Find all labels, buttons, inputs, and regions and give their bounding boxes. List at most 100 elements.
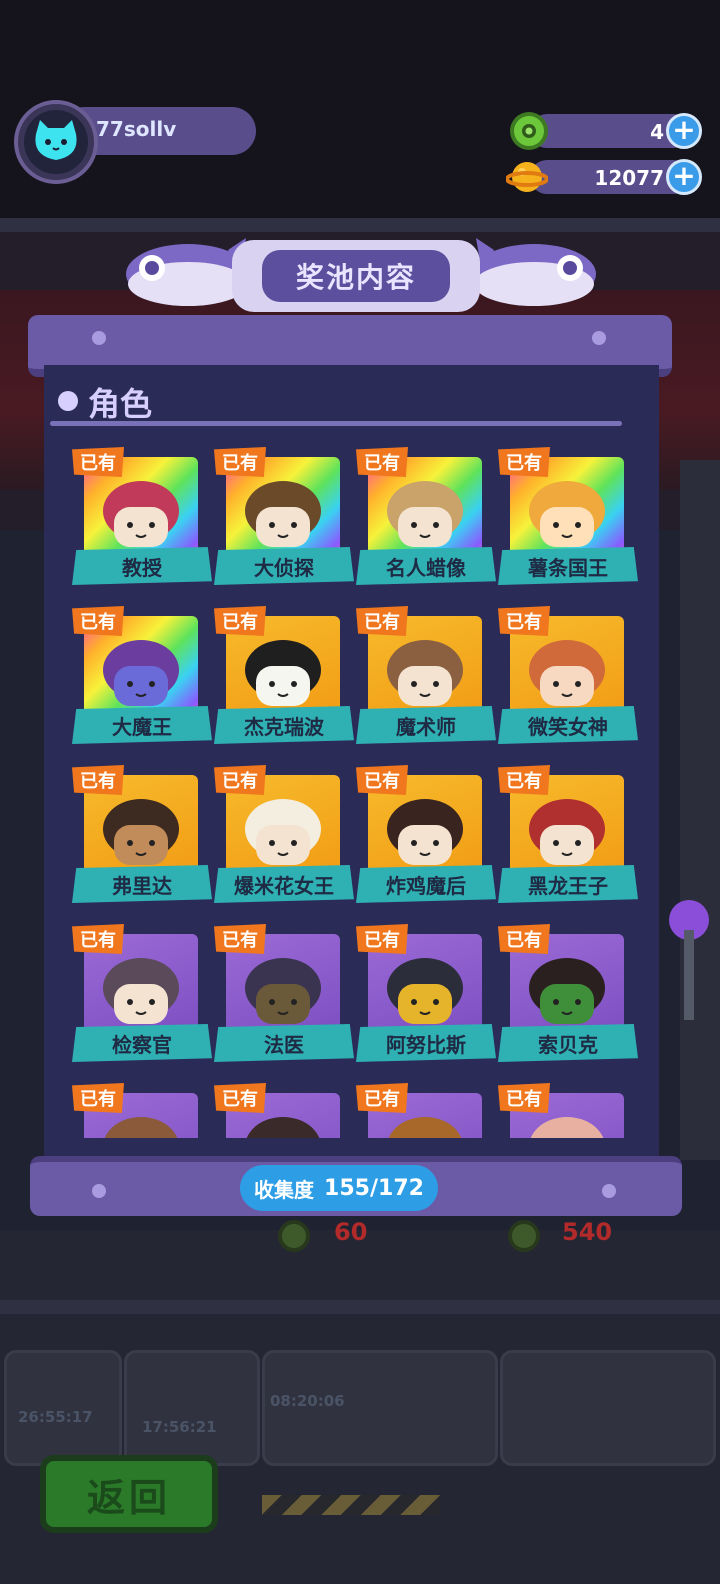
character-card[interactable]: 已有 检察官 — [72, 924, 212, 1074]
dialog-title: 奖池内容 — [262, 250, 450, 302]
character-name: 黑龙王子 — [498, 865, 638, 903]
timer-label: 26:55:17 — [18, 1408, 93, 1426]
character-card[interactable]: 已有 — [498, 1083, 638, 1138]
character-card[interactable]: 已有 弗里达 — [72, 765, 212, 915]
coin-count: 12077 — [594, 166, 664, 190]
character-name: 爆米花女王 — [214, 865, 354, 903]
owned-tag: 已有 — [498, 765, 550, 795]
character-name: 名人蜡像 — [356, 547, 496, 585]
character-name: 阿努比斯 — [356, 1024, 496, 1062]
section-title: 角色 — [88, 385, 153, 423]
prize-pool-panel[interactable]: 角色 已有 教授 已有 大侦探 已有 名人蜡像 已有 薯条国王 已有 大魔王 已有 杰克瑞波 已有 魔术师… — [44, 365, 659, 1160]
owned-tag: 已有 — [72, 924, 124, 954]
character-name: 弗里达 — [72, 865, 212, 903]
owned-tag: 已有 — [72, 447, 124, 477]
character-card[interactable]: 已有 薯条国王 — [498, 447, 638, 597]
lever-stick — [684, 930, 694, 1020]
cat-avatar-icon — [35, 120, 77, 160]
character-card[interactable]: 已有 名人蜡像 — [356, 447, 496, 597]
owned-tag: 已有 — [72, 1083, 124, 1113]
character-name: 大魔王 — [72, 706, 212, 744]
character-name: 炸鸡魔后 — [356, 865, 496, 903]
character-portrait-icon — [529, 640, 605, 706]
timer-label: 17:56:21 — [142, 1418, 217, 1436]
fish-left-icon — [126, 238, 248, 306]
character-name: 微笑女神 — [498, 706, 638, 744]
rod-dot — [602, 1184, 616, 1198]
back-button[interactable]: 返回 — [40, 1455, 218, 1533]
character-portrait-icon — [245, 958, 321, 1024]
gem-count: 4 — [650, 120, 664, 144]
character-card[interactable]: 已有 索贝克 — [498, 924, 638, 1074]
rod-dot — [92, 1184, 106, 1198]
character-portrait-icon — [529, 799, 605, 865]
owned-tag: 已有 — [214, 447, 266, 477]
character-name: 杰克瑞波 — [214, 706, 354, 744]
background-rail — [0, 218, 720, 232]
character-list-scroll[interactable]: 角色 已有 教授 已有 大侦探 已有 名人蜡像 已有 薯条国王 已有 大魔王 已有 杰克瑞波 已有 魔术师… — [44, 365, 659, 1138]
character-portrait-icon — [387, 799, 463, 865]
character-portrait-icon — [387, 640, 463, 706]
owned-tag: 已有 — [356, 1083, 408, 1113]
character-card[interactable]: 已有 法医 — [214, 924, 354, 1074]
character-card[interactable]: 已有 炸鸡魔后 — [356, 765, 496, 915]
character-name: 魔术师 — [356, 706, 496, 744]
username: 77sollv — [96, 117, 177, 141]
character-portrait-icon — [103, 640, 179, 706]
background-side-panel — [680, 460, 720, 1160]
character-name: 薯条国王 — [498, 547, 638, 585]
price-label: 60 — [334, 1218, 368, 1246]
character-card[interactable]: 已有 魔术师 — [356, 606, 496, 756]
add-gem-button[interactable]: + — [666, 113, 702, 149]
owned-tag: 已有 — [214, 924, 266, 954]
machine-slot — [124, 1350, 260, 1466]
character-card[interactable]: 已有 大侦探 — [214, 447, 354, 597]
owned-tag: 已有 — [498, 447, 550, 477]
character-card[interactable]: 已有 大魔王 — [72, 606, 212, 756]
character-portrait-icon — [103, 799, 179, 865]
avatar[interactable] — [24, 110, 88, 174]
price-coin-icon — [278, 1220, 310, 1252]
character-portrait-icon — [529, 481, 605, 547]
character-portrait-icon — [245, 640, 321, 706]
character-portrait-icon — [103, 958, 179, 1024]
character-portrait-icon — [387, 958, 463, 1024]
owned-tag: 已有 — [214, 606, 266, 636]
character-card[interactable]: 已有 — [72, 1083, 212, 1138]
character-portrait-icon — [245, 799, 321, 865]
character-name: 教授 — [72, 547, 212, 585]
character-name: 检察官 — [72, 1024, 212, 1062]
character-card[interactable]: 已有 — [356, 1083, 496, 1138]
gem-icon — [510, 112, 548, 150]
character-card[interactable]: 已有 阿努比斯 — [356, 924, 496, 1074]
character-name: 法医 — [214, 1024, 354, 1062]
owned-tag: 已有 — [214, 1083, 266, 1113]
planet-coin-icon — [506, 162, 548, 192]
section-bullet-icon — [58, 391, 78, 411]
machine-slot — [500, 1350, 716, 1466]
add-coin-button[interactable]: + — [666, 159, 702, 195]
character-portrait-icon — [103, 481, 179, 547]
character-portrait-icon — [387, 481, 463, 547]
owned-tag: 已有 — [214, 765, 266, 795]
character-card[interactable]: 已有 杰克瑞波 — [214, 606, 354, 756]
owned-tag: 已有 — [356, 447, 408, 477]
rod-dot — [92, 331, 106, 345]
character-card[interactable]: 已有 — [214, 1083, 354, 1138]
hazard-stripe — [262, 1495, 440, 1515]
character-card[interactable]: 已有 爆米花女王 — [214, 765, 354, 915]
owned-tag: 已有 — [498, 1083, 550, 1113]
owned-tag: 已有 — [356, 765, 408, 795]
collection-label: 收集度 — [254, 1177, 315, 1202]
timer-label: 08:20:06 — [270, 1392, 345, 1410]
fish-right-icon — [474, 238, 596, 306]
character-portrait-icon — [529, 958, 605, 1024]
character-card[interactable]: 已有 微笑女神 — [498, 606, 638, 756]
character-card[interactable]: 已有 教授 — [72, 447, 212, 597]
section-divider — [50, 421, 622, 426]
owned-tag: 已有 — [356, 606, 408, 636]
rod-dot — [592, 331, 606, 345]
character-portrait-icon — [245, 481, 321, 547]
owned-tag: 已有 — [72, 606, 124, 636]
character-card[interactable]: 已有 黑龙王子 — [498, 765, 638, 915]
